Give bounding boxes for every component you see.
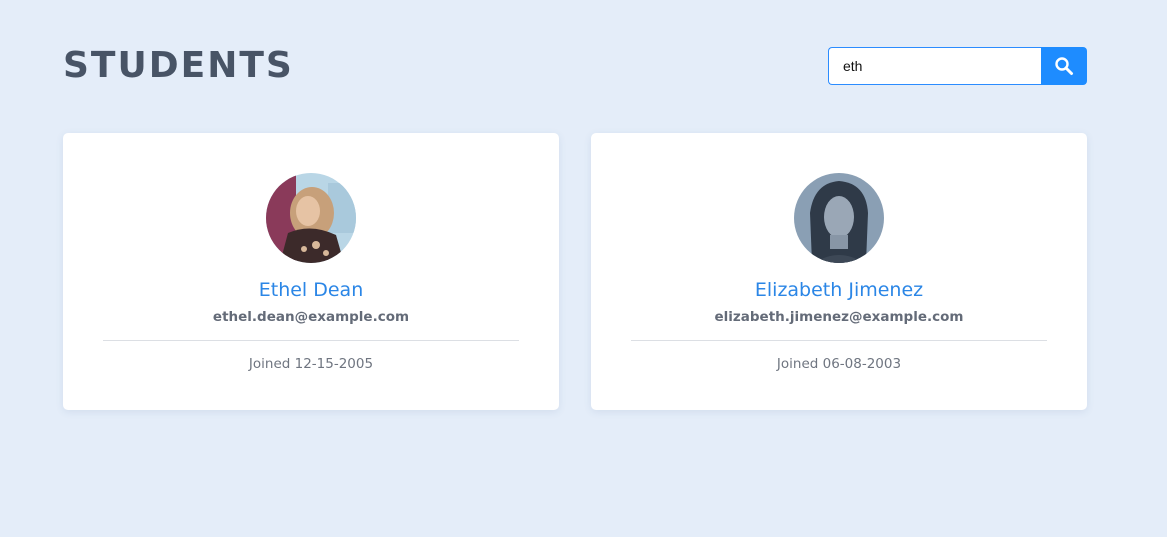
student-name: Elizabeth Jimenez: [754, 279, 924, 301]
student-email: elizabeth.jimenez@example.com: [714, 309, 964, 325]
students-page: STUDENTS Ethel Dean ethel.dea: [0, 0, 1167, 537]
page-title: STUDENTS: [63, 45, 294, 86]
search-input[interactable]: [828, 47, 1041, 85]
student-card: Elizabeth Jimenez elizabeth.jimenez@exam…: [591, 133, 1087, 410]
divider: [103, 340, 519, 341]
joined-date: Joined 06-08-2003: [776, 356, 902, 372]
avatar: [794, 173, 884, 263]
joined-date: Joined 12-15-2005: [248, 356, 374, 372]
avatar: [266, 173, 356, 263]
search-icon: [1055, 57, 1073, 75]
student-name: Ethel Dean: [258, 279, 364, 301]
student-email: ethel.dean@example.com: [212, 309, 410, 325]
student-card: Ethel Dean ethel.dean@example.com Joined…: [63, 133, 559, 410]
search-bar: [828, 47, 1087, 85]
divider: [631, 340, 1047, 341]
search-button[interactable]: [1041, 47, 1087, 85]
